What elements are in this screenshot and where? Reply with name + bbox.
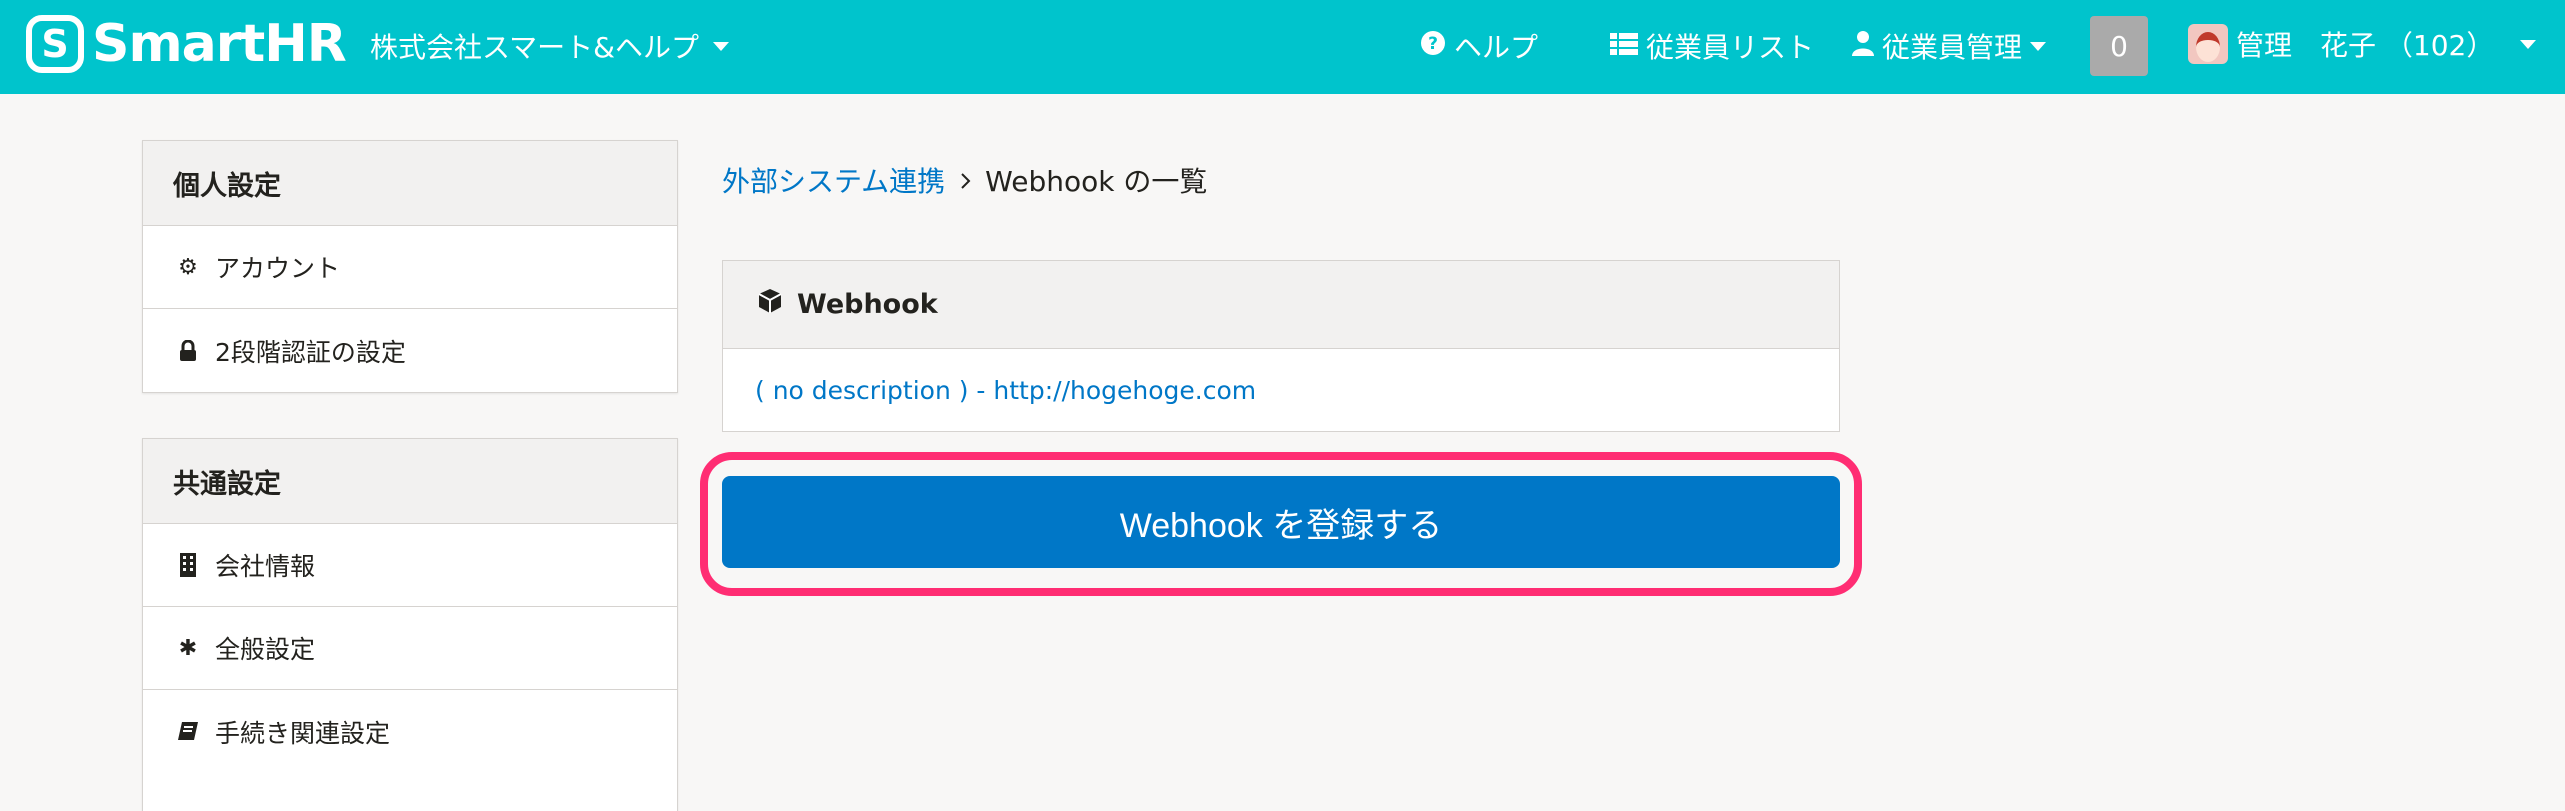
employee-list-label: 従業員リスト	[1646, 31, 1815, 64]
personal-settings-panel: 個人設定 ⚙ アカウント 2段階認証の設定	[142, 140, 678, 393]
help-label: ヘルプ	[1454, 31, 1539, 64]
help-link[interactable]: ? ヘルプ	[1420, 26, 1538, 66]
logo-mark-icon: S	[26, 15, 84, 73]
lock-icon	[177, 339, 199, 362]
book-icon	[177, 721, 199, 743]
cube-icon	[757, 288, 783, 321]
employee-management-menu[interactable]: 従業員管理	[1852, 26, 2047, 66]
sidebar-item-label: 手続き関連設定	[215, 718, 391, 748]
company-switcher[interactable]: 株式会社スマート&ヘルプ	[370, 26, 729, 66]
asterisk-icon: ✱	[178, 635, 198, 661]
building-icon	[177, 553, 199, 577]
breadcrumb: 外部システム連携 Webhook の一覧	[722, 160, 1207, 200]
employee-management-label: 従業員管理	[1882, 31, 2023, 64]
user-name: 管理 花子 （102）	[2236, 29, 2495, 62]
personal-settings-title: 個人設定	[143, 141, 677, 226]
user-icon	[1852, 30, 1874, 63]
sidebar-item-general-settings[interactable]: ✱ 全般設定	[143, 607, 677, 690]
sidebar-item-label: 全般設定	[215, 635, 316, 664]
question-circle-icon: ?	[1420, 30, 1446, 63]
chevron-down-icon	[2520, 39, 2537, 49]
breadcrumb-current: Webhook の一覧	[985, 165, 1208, 198]
top-header: S SmartHR 株式会社スマート&ヘルプ ? ヘルプ 従業員リスト 従業員管…	[0, 0, 2565, 94]
sidebar-item-label: 会社情報	[215, 552, 316, 581]
sidebar-item-two-factor[interactable]: 2段階認証の設定	[143, 309, 677, 392]
webhook-list-item[interactable]: ( no description ) - http://hogehoge.com	[723, 349, 1839, 431]
chevron-down-icon	[2030, 41, 2047, 51]
sidebar-item-procedure-settings[interactable]: 手続き関連設定	[143, 690, 677, 773]
company-name: 株式会社スマート&ヘルプ	[370, 31, 699, 64]
common-settings-title: 共通設定	[143, 439, 677, 524]
user-menu[interactable]: 管理 花子 （102）	[2188, 24, 2537, 64]
sidebar-item-label: アカウント	[215, 254, 341, 283]
chevron-right-icon	[959, 164, 971, 197]
smarthr-logo[interactable]: S SmartHR	[26, 14, 347, 74]
gear-icon: ⚙	[178, 254, 198, 280]
sidebar-item-account[interactable]: ⚙ アカウント	[143, 226, 677, 309]
webhook-panel-header: Webhook	[723, 261, 1839, 349]
employee-list-link[interactable]: 従業員リスト	[1610, 26, 1814, 66]
svg-text:?: ?	[1428, 34, 1438, 54]
breadcrumb-parent-link[interactable]: 外部システム連携	[722, 160, 945, 200]
webhook-list-panel: Webhook ( no description ) - http://hoge…	[722, 260, 1840, 432]
common-settings-panel: 共通設定 会社情報 ✱ 全般設定 手続き関連設定	[142, 438, 678, 811]
list-icon	[1610, 30, 1638, 63]
sidebar-item-label: 2段階認証の設定	[215, 337, 406, 367]
webhook-panel-title: Webhook	[797, 289, 938, 320]
notification-badge[interactable]: 0	[2090, 16, 2148, 76]
avatar	[2188, 24, 2228, 64]
register-webhook-button[interactable]: Webhook を登録する	[722, 476, 1840, 568]
sidebar-item-company-info[interactable]: 会社情報	[143, 524, 677, 607]
chevron-down-icon	[713, 41, 729, 51]
webhook-link[interactable]: ( no description ) - http://hogehoge.com	[755, 376, 1256, 405]
logo-text: SmartHR	[92, 14, 347, 74]
